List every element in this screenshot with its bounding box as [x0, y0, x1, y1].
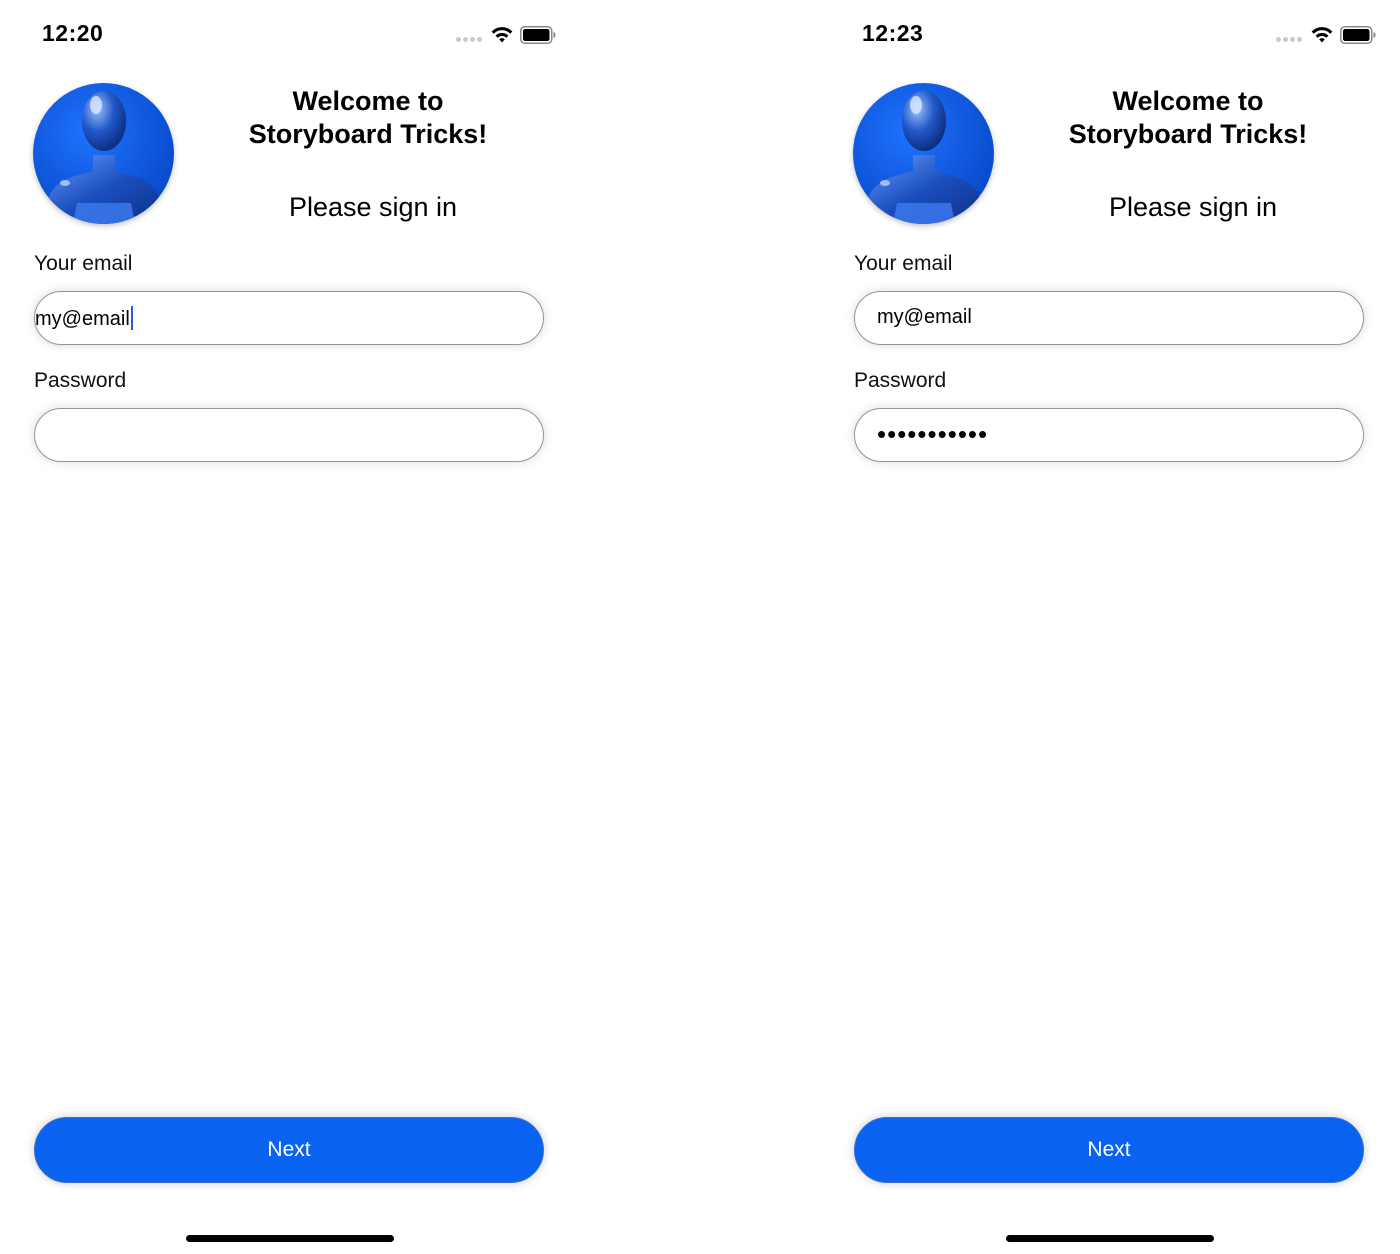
phone-screen-right: 12:23 Welcome to Storyboard Tricks! Plea…	[820, 0, 1400, 1254]
password-label: Password	[34, 369, 127, 392]
email-field[interactable]: my@email	[34, 291, 544, 345]
phone-screen-left: 12:20 Welcome to Storyboard Tricks! Plea…	[0, 0, 580, 1254]
welcome-title: Welcome to Storyboard Tricks!	[200, 85, 536, 151]
text-cursor	[130, 306, 133, 330]
user-avatar-icon	[33, 83, 174, 224]
wifi-icon	[491, 27, 513, 43]
password-value: •••••••••••	[877, 419, 989, 449]
password-label: Password	[854, 369, 947, 392]
welcome-title-line1: Welcome to	[1112, 86, 1264, 116]
home-indicator[interactable]	[1006, 1235, 1214, 1242]
app-stage: 12:20 Welcome to Storyboard Tricks! Plea…	[0, 0, 1400, 1254]
home-indicator[interactable]	[186, 1235, 394, 1242]
cellular-signal-icon	[1276, 37, 1306, 43]
battery-icon	[1340, 26, 1376, 44]
password-field[interactable]: •••••••••••	[854, 408, 1364, 462]
next-button[interactable]: Next	[34, 1117, 544, 1183]
welcome-title-line2: Storyboard Tricks!	[1068, 119, 1308, 149]
password-field[interactable]	[34, 408, 544, 462]
cellular-signal-icon	[456, 37, 486, 43]
wifi-icon	[1311, 27, 1333, 43]
sign-in-subtitle: Please sign in	[1108, 192, 1278, 222]
email-label: Your email	[34, 252, 133, 275]
status-time: 12:20	[42, 20, 104, 46]
sign-in-subtitle: Please sign in	[288, 192, 458, 222]
welcome-title: Welcome to Storyboard Tricks!	[1020, 85, 1356, 151]
battery-icon	[520, 26, 556, 44]
welcome-title-line1: Welcome to	[292, 86, 444, 116]
email-label: Your email	[854, 252, 953, 275]
email-value: my@email	[35, 306, 133, 331]
status-time: 12:23	[862, 20, 924, 46]
welcome-title-line2: Storyboard Tricks!	[248, 119, 488, 149]
user-avatar-icon	[853, 83, 994, 224]
email-field[interactable]: my@email	[854, 291, 1364, 345]
email-value: my@email	[877, 306, 972, 328]
next-button[interactable]: Next	[854, 1117, 1364, 1183]
